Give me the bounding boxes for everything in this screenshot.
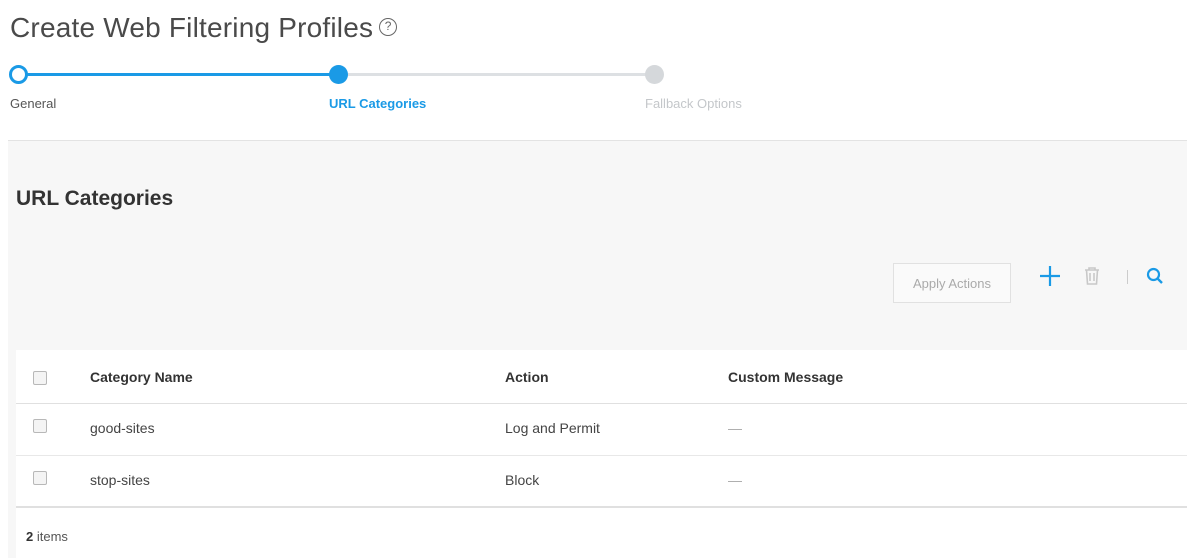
cell-category-name: good-sites bbox=[90, 420, 155, 436]
wizard-progress: General URL Categories Fallback Options bbox=[0, 62, 1187, 122]
row-checkbox[interactable] bbox=[33, 419, 47, 433]
cell-category-name: stop-sites bbox=[90, 472, 150, 488]
table-row[interactable]: stop-sites Block — bbox=[16, 456, 1187, 508]
items-count: 2 items bbox=[26, 529, 68, 544]
column-header-custom-message[interactable]: Custom Message bbox=[728, 350, 843, 404]
cell-action: Block bbox=[505, 472, 540, 488]
step-active-icon bbox=[329, 65, 348, 84]
search-icon[interactable] bbox=[1144, 262, 1166, 290]
items-count-number: 2 bbox=[26, 529, 34, 544]
cell-action: Log and Permit bbox=[505, 420, 600, 436]
section-title: URL Categories bbox=[16, 187, 174, 210]
apply-actions-button[interactable]: Apply Actions bbox=[893, 263, 1011, 303]
items-count-unit: items bbox=[36, 529, 68, 544]
toolbar-separator bbox=[1127, 270, 1128, 284]
step-completed-icon bbox=[9, 65, 28, 84]
table-header-row: Category Name Action Custom Message bbox=[16, 350, 1187, 404]
column-header-action[interactable]: Action bbox=[505, 350, 549, 404]
select-all-checkbox[interactable] bbox=[33, 371, 47, 385]
cell-custom-message: — bbox=[728, 420, 742, 436]
column-header-category-name[interactable]: Category Name bbox=[90, 350, 193, 404]
url-categories-panel: URL Categories Apply Actions Category Na… bbox=[8, 140, 1187, 559]
wizard-step-label: Fallback Options bbox=[645, 96, 742, 111]
url-categories-table: Category Name Action Custom Message good… bbox=[16, 350, 1187, 559]
help-icon[interactable]: ? bbox=[379, 17, 398, 36]
wizard-step-label: General bbox=[10, 96, 57, 111]
grid-toolbar: Apply Actions bbox=[887, 262, 1187, 304]
wizard-step-label: URL Categories bbox=[329, 96, 427, 111]
row-checkbox[interactable] bbox=[33, 471, 47, 485]
trash-icon[interactable] bbox=[1081, 262, 1103, 290]
step-pending-icon bbox=[645, 65, 664, 84]
page-title-text: Create Web Filtering Profiles bbox=[10, 12, 374, 43]
cell-custom-message: — bbox=[728, 472, 742, 488]
table-row[interactable]: good-sites Log and Permit — bbox=[16, 404, 1187, 456]
wizard-track-progress bbox=[18, 73, 338, 76]
plus-icon[interactable] bbox=[1037, 262, 1063, 290]
page-title: Create Web Filtering Profiles? bbox=[10, 12, 398, 44]
